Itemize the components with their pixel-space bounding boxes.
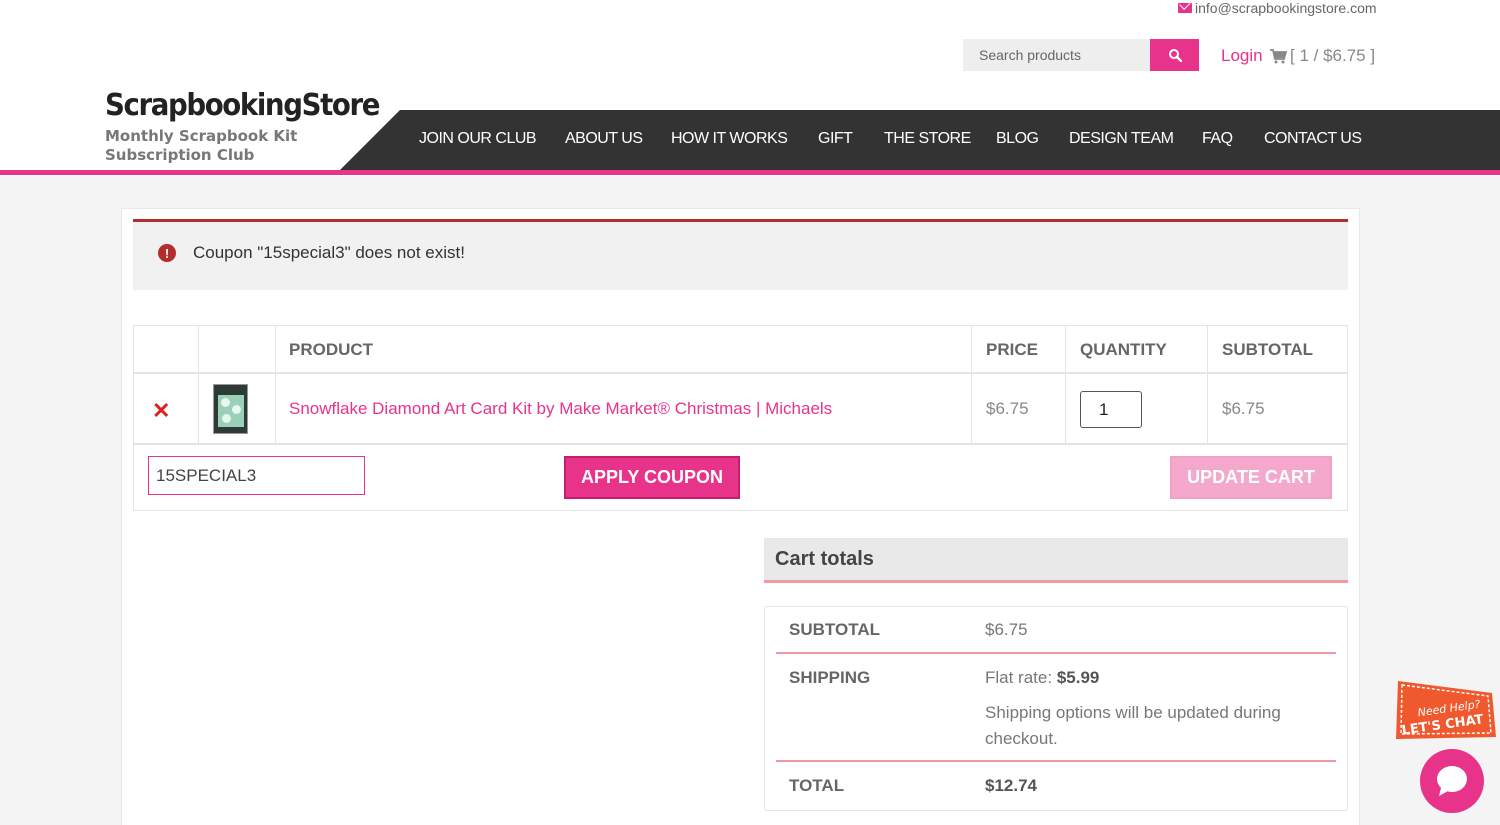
column-divider (971, 326, 972, 445)
snowflake-dot (222, 414, 231, 423)
product-thumbnail[interactable] (213, 384, 248, 434)
search-input[interactable] (963, 39, 1150, 71)
cart-icon (1270, 48, 1287, 63)
remove-item-icon[interactable]: ✕ (152, 398, 170, 424)
column-divider (275, 326, 276, 445)
row-divider (134, 443, 1347, 445)
snowflake-dot (232, 405, 241, 414)
snowflake-dot (221, 398, 230, 407)
totals-divider (776, 760, 1336, 762)
header-divider (0, 170, 1500, 175)
coupon-code-input[interactable] (148, 456, 365, 495)
chat-bubble-icon (1437, 766, 1467, 796)
quantity-input[interactable] (1080, 391, 1142, 428)
product-name-link[interactable]: Snowflake Diamond Art Card Kit by Make M… (289, 399, 832, 419)
logo-title[interactable]: ScrapbookingStore (105, 88, 380, 123)
mini-cart[interactable]: [ 1 / $6.75 ] (1270, 46, 1375, 66)
shipping-method: Flat rate: $5.99 (985, 668, 1099, 688)
column-divider (1207, 326, 1208, 445)
search-icon (1168, 49, 1182, 62)
mini-cart-summary: [ 1 / $6.75 ] (1290, 46, 1376, 65)
item-subtotal: $6.75 (1222, 399, 1265, 418)
nav-faq[interactable]: FAQ (1202, 130, 1233, 148)
thumbnail-art (218, 395, 244, 427)
shipping-note: Shipping options will be updated during … (985, 703, 1281, 748)
header-email[interactable]: info@scrapbookingstore.com (1178, 0, 1377, 16)
totals-shipping-label: SHIPPING (789, 668, 871, 687)
update-cart-button[interactable]: UPDATE CART (1170, 456, 1332, 499)
lets-chat-badge[interactable]: Need Help? LET'S CHAT (1392, 677, 1500, 741)
header-product: PRODUCT (289, 340, 374, 359)
totals-subtotal-label: SUBTOTAL (789, 620, 880, 639)
shipping-amount: $5.99 (1056, 668, 1100, 687)
shipping-prefix: Flat rate: (985, 668, 1057, 687)
column-divider (198, 326, 199, 445)
totals-total-value: $12.74 (985, 776, 1037, 795)
logo-subtitle: Monthly Scrapbook Kit Subscription Club (105, 127, 298, 164)
totals-subtotal-value: $6.75 (985, 620, 1028, 639)
item-price: $6.75 (986, 399, 1029, 418)
totals-total-label: TOTAL (789, 776, 845, 795)
nav-gift[interactable]: GIFT (818, 130, 853, 148)
header-price: PRICE (986, 340, 1038, 359)
nav-contact-us[interactable]: CONTACT US (1264, 130, 1362, 148)
nav-design-team[interactable]: DESIGN TEAM (1069, 130, 1174, 148)
nav-how-it-works[interactable]: HOW IT WORKS (671, 130, 788, 148)
apply-coupon-button[interactable]: APPLY COUPON (564, 456, 740, 499)
login-link[interactable]: Login (1221, 46, 1263, 66)
cart-totals-title: Cart totals (775, 548, 874, 570)
error-icon: ! (158, 244, 176, 262)
mail-icon (1178, 3, 1192, 13)
nav-blog[interactable]: BLOG (996, 130, 1039, 148)
totals-divider (776, 652, 1336, 654)
header-quantity: QUANTITY (1080, 340, 1167, 359)
email-text: info@scrapbookingstore.com (1195, 0, 1377, 16)
nav-about-us[interactable]: ABOUT US (565, 130, 643, 148)
search-button[interactable] (1150, 39, 1199, 71)
nav-join-our-club[interactable]: JOIN OUR CLUB (419, 130, 537, 148)
column-divider (1065, 326, 1066, 445)
chat-launcher-button[interactable] (1420, 749, 1484, 813)
row-divider (134, 372, 1347, 374)
nav-the-store[interactable]: THE STORE (884, 130, 971, 148)
error-message: Coupon "15special3" does not exist! (193, 243, 465, 262)
header-subtotal: SUBTOTAL (1222, 340, 1313, 359)
